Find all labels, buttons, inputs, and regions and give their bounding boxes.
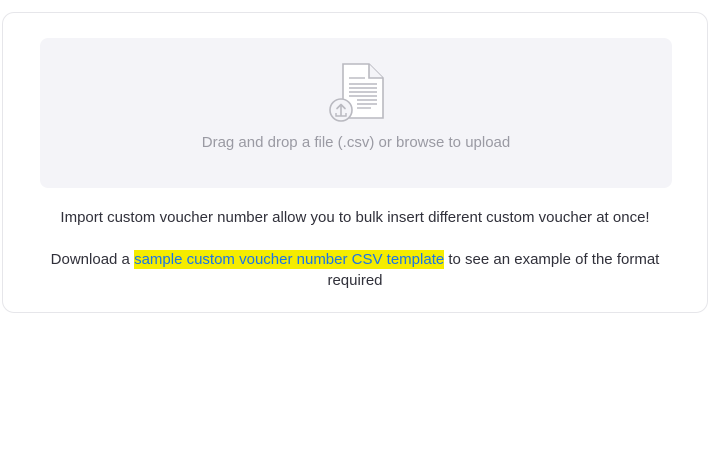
dropzone-instruction: Drag and drop a file (.csv) or browse to… bbox=[201, 134, 511, 151]
import-voucher-card: Drag and drop a file (.csv) or browse to… bbox=[2, 12, 708, 313]
import-description: Import custom voucher number allow you t… bbox=[60, 209, 650, 226]
download-prefix: Download a bbox=[50, 251, 135, 268]
sample-template-link[interactable]: sample custom voucher number CSV templat… bbox=[134, 250, 445, 269]
download-template-text: Download a sample custom voucher number … bbox=[33, 249, 677, 291]
file-upload-icon bbox=[329, 63, 384, 122]
file-dropzone[interactable]: Drag and drop a file (.csv) or browse to… bbox=[40, 38, 672, 188]
